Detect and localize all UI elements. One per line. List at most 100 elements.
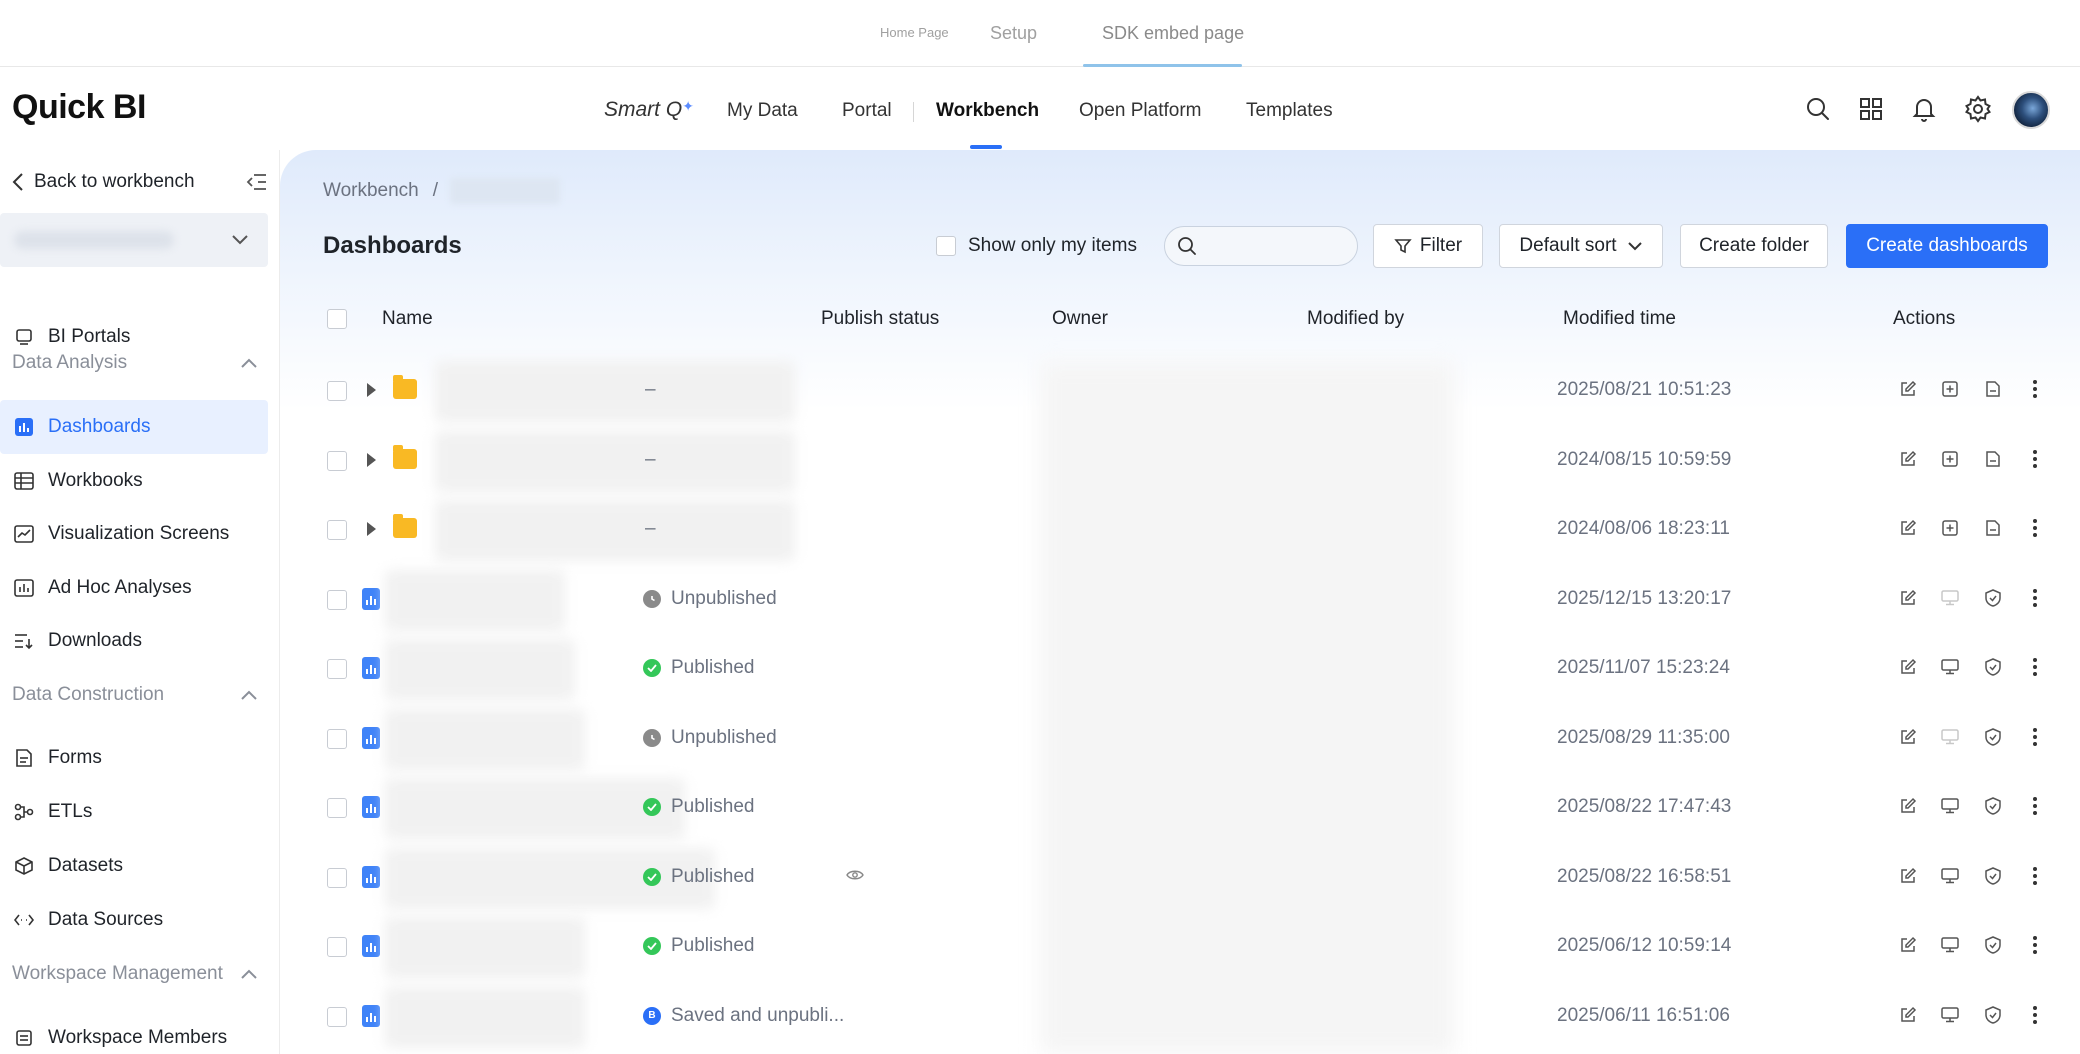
- sidebar-item-dashboards[interactable]: Dashboards: [0, 400, 268, 454]
- show-only-mine-checkbox[interactable]: [936, 236, 956, 256]
- shield-icon[interactable]: [1983, 935, 2003, 955]
- tab-setup[interactable]: Setup: [990, 16, 1037, 50]
- add-icon[interactable]: [1940, 449, 1960, 469]
- row-name-redacted[interactable]: [385, 708, 585, 770]
- row-checkbox[interactable]: [327, 589, 347, 610]
- sidebar-item-forms[interactable]: Forms: [0, 731, 268, 785]
- edit-icon[interactable]: [1898, 935, 1918, 955]
- edit-icon[interactable]: [1898, 518, 1918, 538]
- sidebar-item-datasets[interactable]: Datasets: [0, 839, 268, 893]
- row-checkbox[interactable]: [327, 450, 347, 471]
- nav-open-platform[interactable]: Open Platform: [1079, 100, 1202, 122]
- gear-icon[interactable]: [1960, 91, 1996, 127]
- row-name-redacted[interactable]: [385, 917, 585, 978]
- search-field[interactable]: [1164, 226, 1358, 266]
- nav-my-data[interactable]: My Data: [727, 100, 798, 122]
- row-name-redacted[interactable]: [385, 639, 575, 700]
- quick-bi-logo[interactable]: Quick BI: [12, 88, 146, 127]
- edit-icon[interactable]: [1898, 727, 1918, 747]
- more-options-icon[interactable]: [2025, 518, 2045, 538]
- table-row[interactable]: Unpublished 2025/12/15 13:20:17: [303, 566, 2053, 635]
- screen-icon[interactable]: [1940, 1005, 1960, 1025]
- column-header-modified-time[interactable]: Modified time: [1563, 308, 1676, 330]
- document-icon[interactable]: [1983, 379, 2003, 399]
- breadcrumb-workspace-redacted[interactable]: [450, 178, 561, 204]
- row-checkbox[interactable]: [327, 520, 347, 540]
- table-row[interactable]: – 2024/08/06 18:23:11: [303, 496, 2053, 565]
- edit-icon[interactable]: [1898, 657, 1918, 677]
- table-row[interactable]: Unpublished 2025/08/29 11:35:00: [303, 705, 2053, 774]
- row-checkbox[interactable]: [327, 798, 347, 818]
- more-options-icon[interactable]: [2025, 866, 2045, 886]
- shield-icon[interactable]: [1983, 796, 2003, 816]
- table-row[interactable]: Published 2025/08/22 17:47:43: [303, 774, 2053, 843]
- sidebar-group-workspace-management[interactable]: Workspace Management: [12, 956, 258, 992]
- filter-button[interactable]: Filter: [1373, 224, 1483, 268]
- sidebar-item-downloads[interactable]: Downloads: [0, 614, 268, 668]
- expand-caret-icon[interactable]: [367, 383, 376, 397]
- table-row[interactable]: – 2025/08/21 10:51:23: [303, 357, 2053, 426]
- screen-icon[interactable]: [1940, 935, 1960, 955]
- row-name-redacted[interactable]: [435, 430, 795, 492]
- nav-portal[interactable]: Portal: [842, 100, 892, 122]
- row-name-redacted[interactable]: [385, 569, 565, 631]
- more-options-icon[interactable]: [2025, 727, 2045, 747]
- table-row[interactable]: Published 2025/11/07 15:23:24: [303, 635, 2053, 704]
- column-header-name[interactable]: Name: [382, 308, 433, 330]
- more-options-icon[interactable]: [2025, 449, 2045, 469]
- search-icon[interactable]: [1800, 91, 1836, 127]
- search-input[interactable]: [1205, 236, 1345, 256]
- table-row[interactable]: B Saved and unpubli... 2025/06/11 16:51:06: [303, 983, 2053, 1052]
- row-checkbox[interactable]: [327, 381, 347, 401]
- sidebar-group-data-construction[interactable]: Data Construction: [12, 677, 258, 713]
- shield-icon[interactable]: [1983, 1005, 2003, 1025]
- shield-icon[interactable]: [1983, 866, 2003, 886]
- shield-icon[interactable]: [1983, 657, 2003, 677]
- collapse-sidebar-icon[interactable]: [246, 172, 268, 197]
- edit-icon[interactable]: [1898, 1005, 1918, 1025]
- edit-icon[interactable]: [1898, 449, 1918, 469]
- back-to-workbench-link[interactable]: Back to workbench: [12, 164, 268, 200]
- workspace-selector[interactable]: [0, 213, 268, 267]
- nav-workbench[interactable]: Workbench: [936, 100, 1039, 122]
- user-avatar[interactable]: [2012, 91, 2050, 129]
- row-checkbox[interactable]: [327, 867, 347, 888]
- row-checkbox[interactable]: [327, 1006, 347, 1027]
- column-header-owner[interactable]: Owner: [1052, 308, 1108, 330]
- sidebar-item-visualization-screens[interactable]: Visualization Screens: [0, 507, 268, 561]
- select-all-checkbox[interactable]: [327, 309, 347, 329]
- sort-dropdown[interactable]: Default sort: [1499, 224, 1663, 268]
- edit-icon[interactable]: [1898, 866, 1918, 886]
- more-options-icon[interactable]: [2025, 379, 2045, 399]
- tab-sdk-embed-page[interactable]: SDK embed page: [1102, 16, 1244, 50]
- screen-icon[interactable]: [1940, 727, 1960, 747]
- sidebar-item-workspace-members[interactable]: Workspace Members: [0, 1011, 268, 1054]
- sidebar-group-data-analysis[interactable]: Data Analysis: [12, 345, 258, 381]
- screen-icon[interactable]: [1940, 588, 1960, 608]
- eye-icon[interactable]: [846, 868, 864, 886]
- row-checkbox[interactable]: [327, 937, 347, 957]
- column-header-modified-by[interactable]: Modified by: [1307, 308, 1404, 330]
- row-name-redacted[interactable]: [435, 361, 795, 422]
- row-name-redacted[interactable]: [435, 500, 795, 561]
- nav-smart-q[interactable]: Smart Q✦: [604, 98, 694, 122]
- sidebar-item-workbooks[interactable]: Workbooks: [0, 454, 268, 508]
- edit-icon[interactable]: [1898, 796, 1918, 816]
- screen-icon[interactable]: [1940, 796, 1960, 816]
- more-options-icon[interactable]: [2025, 1005, 2045, 1025]
- more-options-icon[interactable]: [2025, 657, 2045, 677]
- row-checkbox[interactable]: [327, 728, 347, 749]
- create-folder-button[interactable]: Create folder: [1680, 224, 1828, 268]
- column-header-publish-status[interactable]: Publish status: [821, 308, 939, 330]
- shield-icon[interactable]: [1983, 727, 2003, 747]
- screen-icon[interactable]: [1940, 657, 1960, 677]
- table-row[interactable]: – 2024/08/15 10:59:59: [303, 427, 2053, 496]
- sidebar-item-etls[interactable]: ETLs: [0, 785, 268, 839]
- tab-home-page[interactable]: Home Page: [880, 16, 949, 50]
- breadcrumb-workbench[interactable]: Workbench: [323, 180, 419, 202]
- sidebar-item-data-sources[interactable]: Data Sources: [0, 893, 268, 947]
- row-name-redacted[interactable]: [385, 778, 685, 839]
- expand-caret-icon[interactable]: [367, 452, 376, 467]
- create-dashboards-button[interactable]: Create dashboards: [1846, 224, 2048, 268]
- document-icon[interactable]: [1983, 449, 2003, 469]
